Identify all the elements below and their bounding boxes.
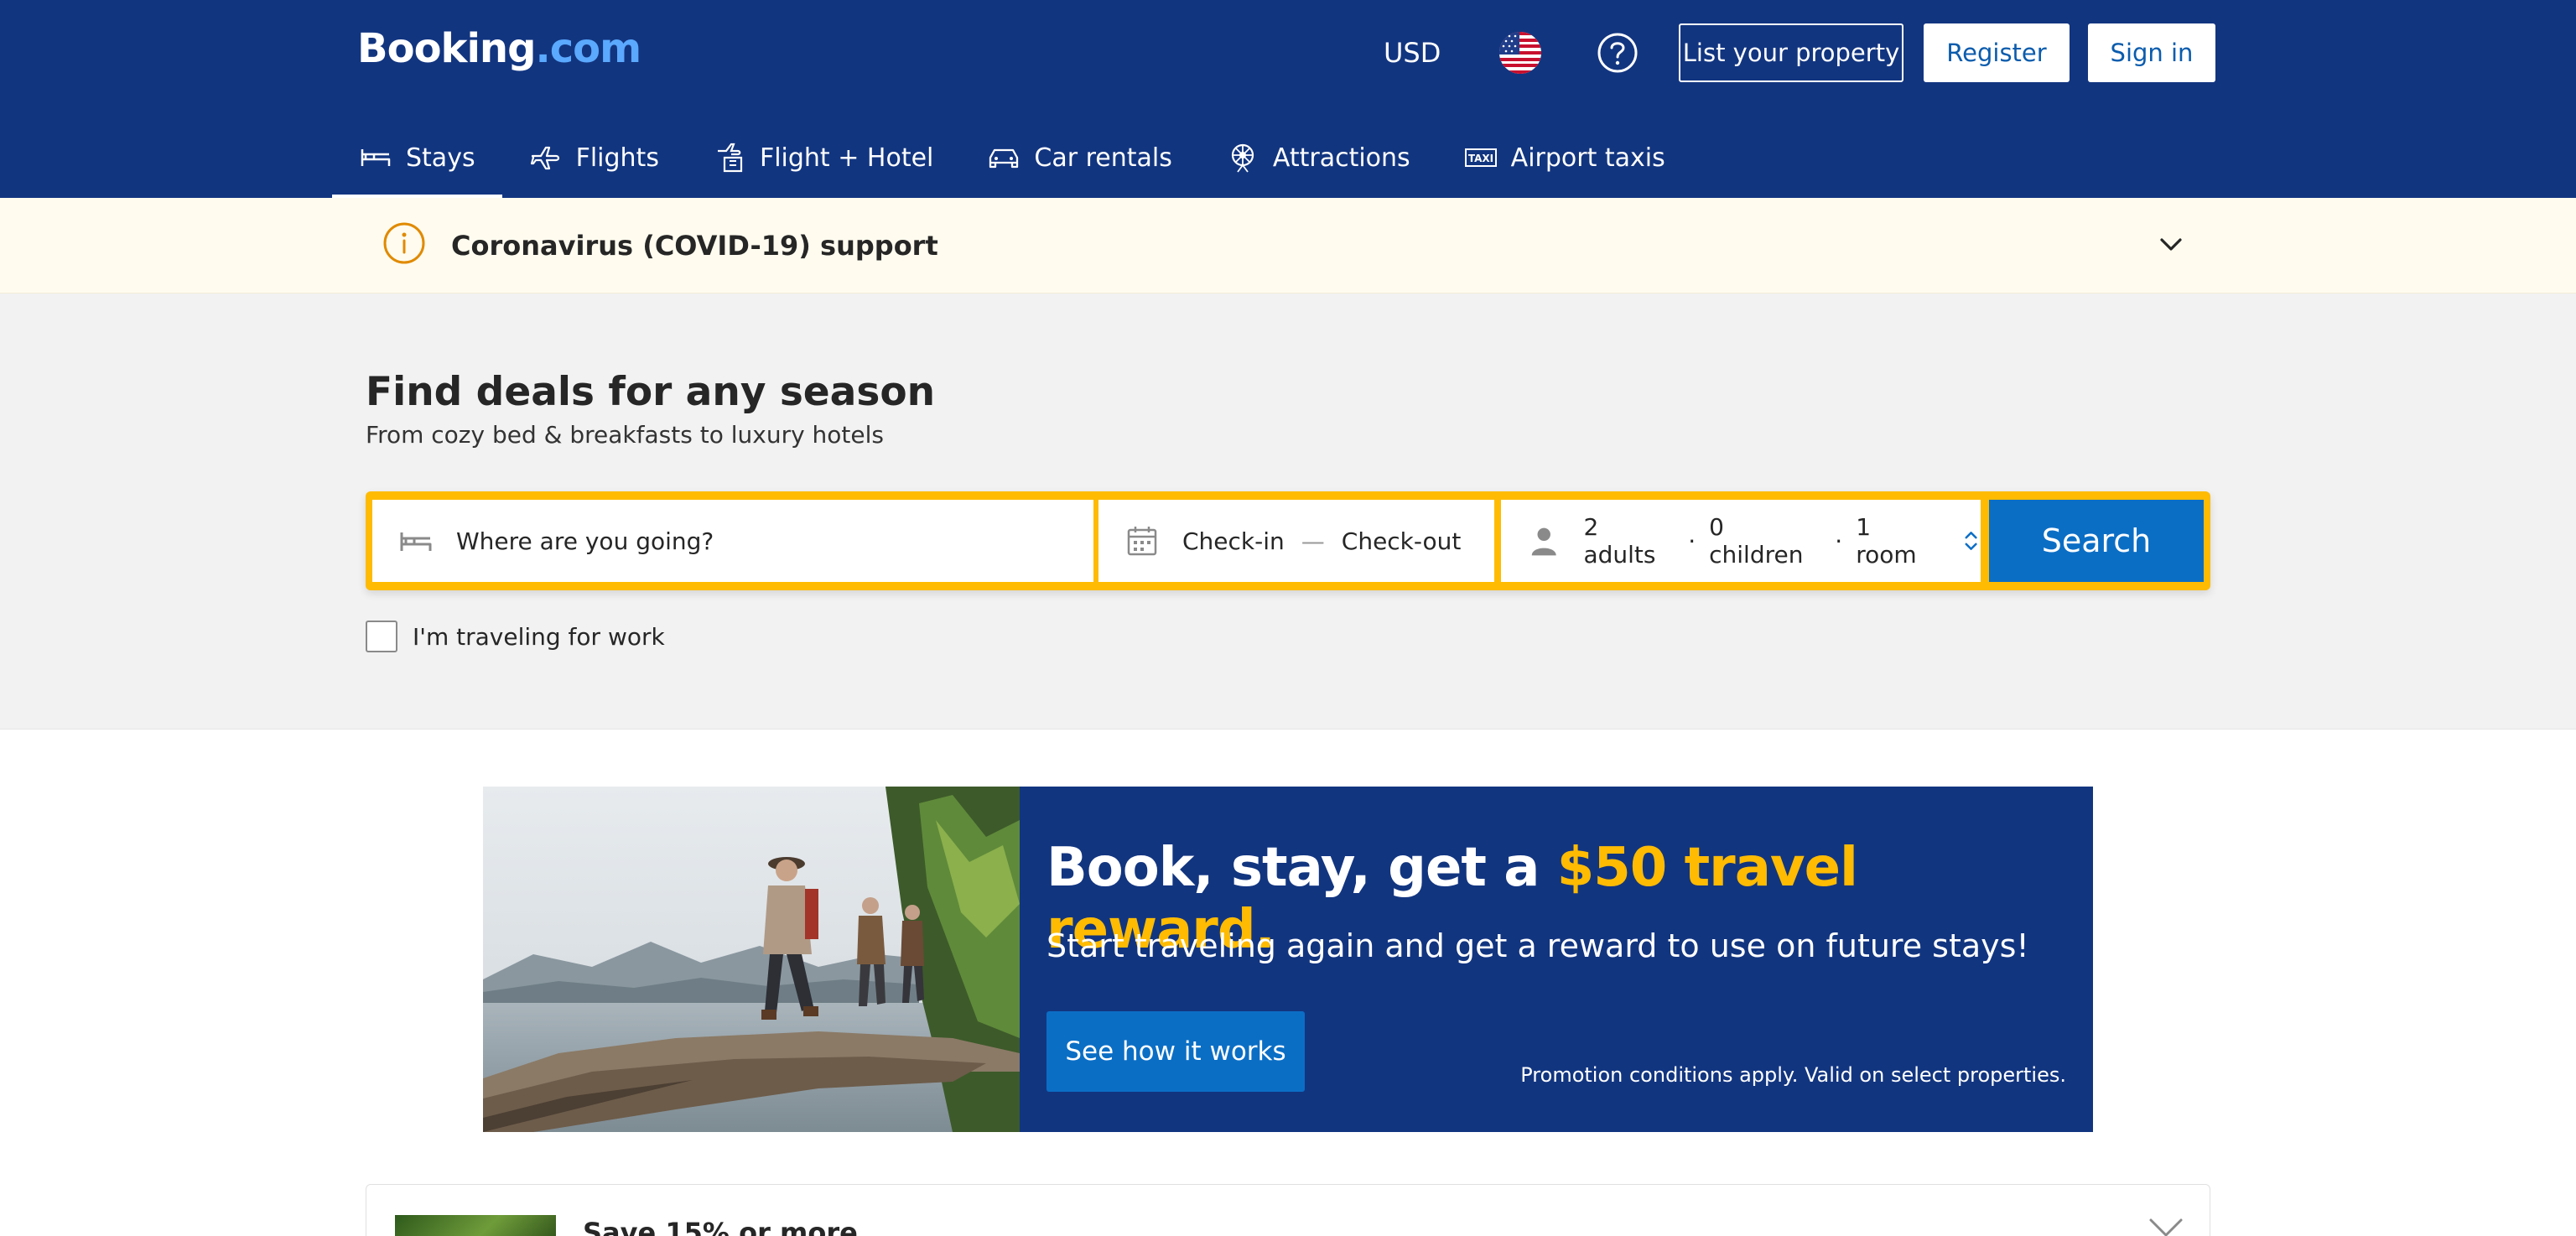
savings-card-image — [395, 1215, 556, 1236]
flight-hotel-icon — [717, 143, 743, 173]
nav-item-car-rentals[interactable]: Car rentals — [960, 117, 1198, 198]
us-flag-icon[interactable] — [1499, 32, 1541, 74]
covid-banner[interactable]: Coronavirus (COVID-19) support — [0, 198, 2576, 293]
promo-banner: Book, stay, get a $50 travel reward. Sta… — [483, 787, 2093, 1132]
savings-card[interactable]: Save 15% or more — [366, 1184, 2210, 1236]
work-travel-checkbox[interactable] — [366, 621, 397, 652]
checkin-label: Check-in — [1182, 527, 1285, 555]
adults-count: 2 adults — [1583, 513, 1656, 569]
checkout-label: Check-out — [1341, 527, 1462, 555]
page-title: Find deals for any season — [366, 369, 936, 415]
bed-icon — [361, 149, 391, 166]
promo-conditions-note: Promotion conditions apply. Valid on sel… — [1520, 1063, 2066, 1087]
guests-separator: · — [1688, 527, 1696, 555]
info-icon — [382, 221, 426, 265]
nav-item-flight-hotel[interactable]: Flight + Hotel — [686, 117, 960, 198]
car-icon — [989, 148, 1019, 169]
attractions-icon — [1231, 143, 1254, 173]
booking-logo[interactable]: Booking.com — [357, 25, 641, 72]
date-separator: — — [1301, 527, 1325, 555]
work-travel-label: I'm traveling for work — [413, 622, 665, 651]
register-button[interactable]: Register — [1924, 23, 2070, 82]
promo-hikers-image — [483, 787, 1020, 1132]
nav-item-attractions[interactable]: Attractions — [1199, 117, 1437, 198]
savings-card-title: Save 15% or more — [583, 1217, 858, 1236]
work-travel-toggle[interactable]: I'm traveling for work — [366, 621, 665, 652]
list-property-button[interactable]: List your property — [1679, 23, 1903, 82]
chevron-down-icon[interactable] — [2148, 1215, 2184, 1236]
up-down-chevron-icon — [1965, 532, 1977, 550]
nav-item-flights[interactable]: Flights — [502, 117, 686, 198]
bed-icon — [400, 532, 432, 551]
header: Booking.com USD List your property Regis… — [0, 0, 2576, 198]
plane-icon — [530, 146, 559, 170]
nav-item-airport-taxis[interactable]: TAXI Airport taxis — [1437, 117, 1692, 198]
currency-selector[interactable]: USD — [1384, 37, 1441, 69]
search-bar: Where are you going? Check-in — Check-ou… — [366, 491, 2210, 590]
guests-separator: · — [1835, 527, 1843, 555]
main-nav: Stays Flights Flight + Hotel Car rentals… — [332, 117, 1692, 198]
see-how-it-works-button[interactable]: See how it works — [1046, 1011, 1305, 1092]
guests-selector[interactable]: 2 adults · 0 children · 1 room — [1501, 500, 1981, 582]
sign-in-button[interactable]: Sign in — [2088, 23, 2215, 82]
promo-subtitle: Start traveling again and get a reward t… — [1046, 927, 2029, 964]
nav-item-stays[interactable]: Stays — [332, 117, 502, 198]
covid-support-title: Coronavirus (COVID-19) support — [451, 230, 938, 262]
search-button[interactable]: Search — [1989, 500, 2204, 582]
person-icon — [1531, 527, 1556, 556]
chevron-down-icon[interactable] — [2157, 230, 2185, 262]
help-icon[interactable] — [1597, 32, 1639, 74]
destination-input[interactable]: Where are you going? — [372, 500, 1093, 582]
taxi-icon: TAXI — [1464, 148, 1497, 167]
date-picker[interactable]: Check-in — Check-out — [1098, 500, 1494, 582]
destination-placeholder: Where are you going? — [456, 527, 714, 555]
page-subtitle: From cozy bed & breakfasts to luxury hot… — [366, 421, 884, 449]
svg-text:TAXI: TAXI — [1468, 153, 1493, 164]
rooms-count: 1 room — [1856, 513, 1917, 569]
children-count: 0 children — [1709, 513, 1804, 569]
calendar-icon — [1127, 527, 1157, 556]
